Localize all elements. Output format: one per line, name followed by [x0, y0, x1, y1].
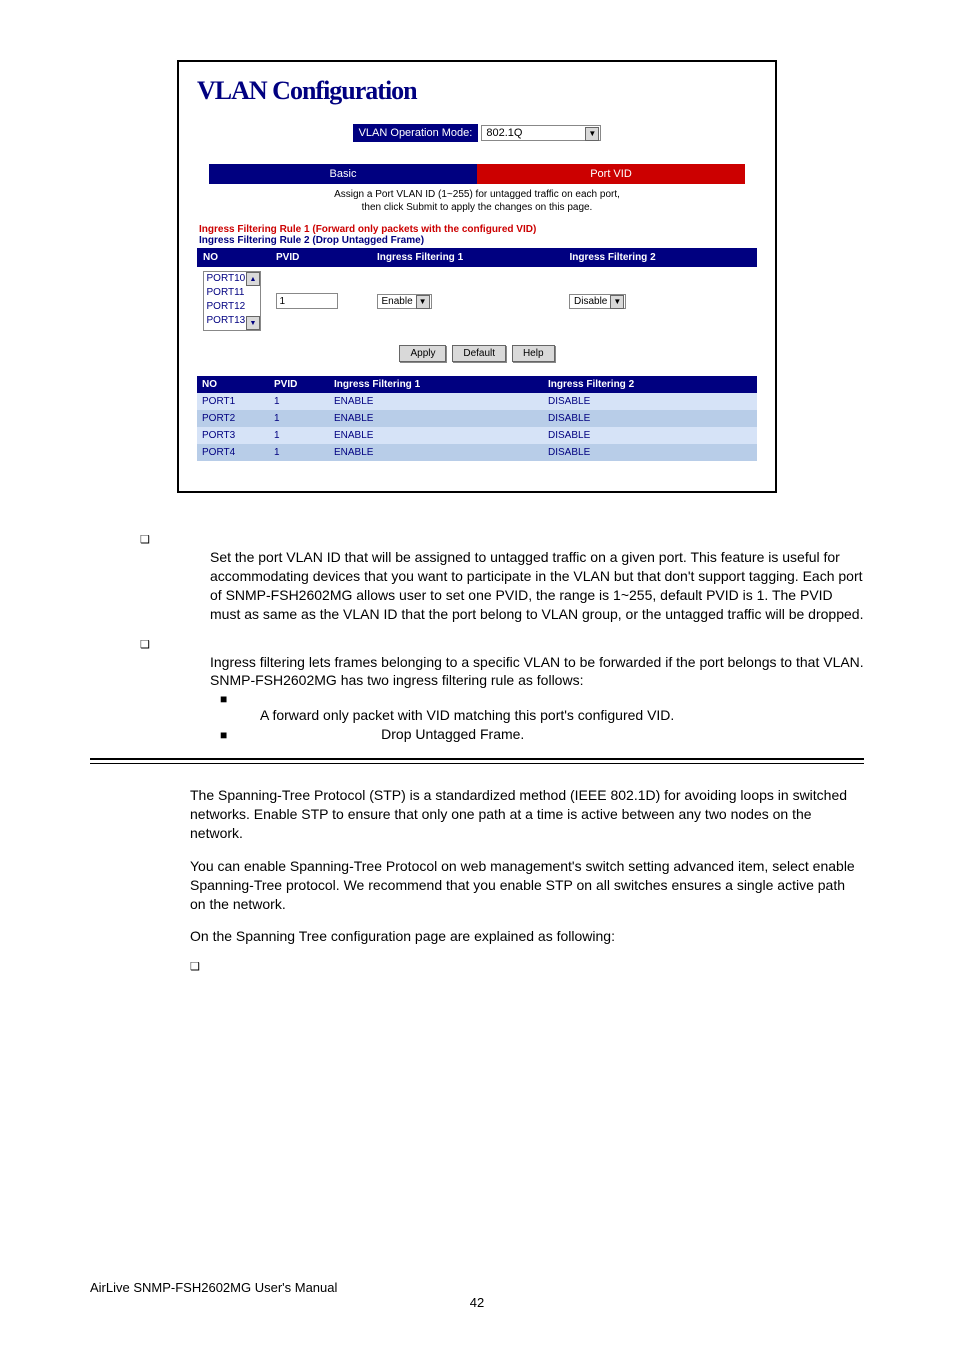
pvid-input[interactable] — [276, 293, 338, 309]
col-pvid: PVID — [271, 249, 372, 267]
status-table: NO PVID Ingress Filtering 1 Ingress Filt… — [197, 376, 757, 461]
ingress-paragraph: Ingress filtering lets frames belonging … — [210, 653, 864, 691]
ingress-sub2-row: ■ Drop Untagged Frame. — [220, 725, 864, 744]
page-number: 42 — [90, 1295, 864, 1310]
chevron-down-icon[interactable]: ▼ — [610, 295, 624, 309]
screenshot-title: VLAN Configuration — [197, 76, 757, 106]
scroll-down-icon[interactable]: ▼ — [246, 316, 260, 330]
table-row: PORT31ENABLEDISABLE — [197, 427, 757, 444]
scroll-up-icon[interactable]: ▲ — [246, 272, 260, 286]
op-mode-select[interactable]: 802.1Q ▼ — [481, 125, 601, 141]
col-if1: Ingress Filtering 1 — [372, 249, 565, 267]
tab-port-vid[interactable]: Port VID — [477, 164, 745, 184]
port-list-item[interactable]: PORT12 — [204, 300, 260, 314]
chevron-down-icon[interactable]: ▼ — [585, 127, 599, 141]
table-cell: PORT4 — [197, 444, 269, 461]
table-cell: DISABLE — [543, 444, 757, 461]
op-mode-value: 802.1Q — [486, 127, 522, 139]
tab-basic[interactable]: Basic — [209, 164, 477, 184]
stp-para-1: The Spanning-Tree Protocol (STP) is a st… — [190, 786, 864, 843]
table-cell: PORT1 — [197, 393, 269, 410]
port-list-item[interactable]: PORT11 — [204, 286, 260, 300]
apply-button[interactable]: Apply — [399, 345, 446, 362]
table-cell: ENABLE — [329, 427, 543, 444]
bullet-square-icon: ❑ — [190, 960, 864, 973]
table-cell: 1 — [269, 427, 329, 444]
op-mode-label: VLAN Operation Mode: — [353, 124, 479, 142]
table-cell: DISABLE — [543, 427, 757, 444]
stp-para-3: On the Spanning Tree configuration page … — [190, 927, 864, 946]
rule-2-text: Ingress Filtering Rule 2 (Drop Untagged … — [199, 235, 755, 246]
table-cell: PORT3 — [197, 427, 269, 444]
port-list[interactable]: ▲ PORT10 PORT11 PORT12 PORT13 ▼ — [203, 271, 261, 331]
pvid-paragraph: Set the port VLAN ID that will be assign… — [210, 548, 864, 624]
table-cell: PORT2 — [197, 410, 269, 427]
tab-row: Basic Port VID — [209, 164, 745, 184]
table-cell: ENABLE — [329, 444, 543, 461]
bullet-square-icon: ❑ — [140, 533, 864, 546]
op-mode-row: VLAN Operation Mode: 802.1Q ▼ — [197, 124, 757, 142]
table-row: PORT41ENABLEDISABLE — [197, 444, 757, 461]
table-row: PORT21ENABLEDISABLE — [197, 410, 757, 427]
col-if2: Ingress Filtering 2 — [564, 249, 757, 267]
footer: AirLive SNMP-FSH2602MG User's Manual 42 — [90, 1280, 864, 1310]
button-row: Apply Default Help — [197, 343, 757, 362]
vlan-config-screenshot: VLAN Configuration VLAN Operation Mode: … — [177, 60, 777, 493]
default-button[interactable]: Default — [452, 345, 506, 362]
bullet-filled-icon: ■ — [220, 728, 227, 742]
rule-1-text: Ingress Filtering Rule 1 (Forward only p… — [199, 224, 755, 235]
table-cell: 1 — [269, 410, 329, 427]
col-no: NO — [198, 249, 271, 267]
help-button[interactable]: Help — [512, 345, 555, 362]
ingress-sub2: Drop Untagged Frame. — [381, 726, 524, 742]
table-cell: DISABLE — [543, 393, 757, 410]
table-cell: 1 — [269, 444, 329, 461]
table-cell: DISABLE — [543, 410, 757, 427]
st-col-if1: Ingress Filtering 1 — [329, 376, 543, 393]
table-cell: ENABLE — [329, 410, 543, 427]
table-row: PORT11ENABLEDISABLE — [197, 393, 757, 410]
rule-lines: Ingress Filtering Rule 1 (Forward only p… — [199, 224, 755, 246]
stp-para-2: You can enable Spanning-Tree Protocol on… — [190, 857, 864, 914]
table-cell: 1 — [269, 393, 329, 410]
manual-title: AirLive SNMP-FSH2602MG User's Manual — [90, 1280, 864, 1295]
bullet-square-icon: ❑ — [140, 638, 864, 651]
if2-select[interactable]: Disable ▼ — [569, 294, 626, 309]
table-cell: ENABLE — [329, 393, 543, 410]
if1-select[interactable]: Enable ▼ — [377, 294, 432, 309]
config-table: NO PVID Ingress Filtering 1 Ingress Filt… — [197, 248, 757, 335]
section-divider — [90, 758, 864, 764]
tab-description: Assign a Port VLAN ID (1~255) for untagg… — [209, 188, 745, 214]
st-col-pvid: PVID — [269, 376, 329, 393]
st-col-no: NO — [197, 376, 269, 393]
st-col-if2: Ingress Filtering 2 — [543, 376, 757, 393]
chevron-down-icon[interactable]: ▼ — [416, 295, 430, 309]
ingress-sub1: A forward only packet with VID matching … — [260, 706, 864, 725]
bullet-filled-icon: ■ — [220, 692, 864, 706]
